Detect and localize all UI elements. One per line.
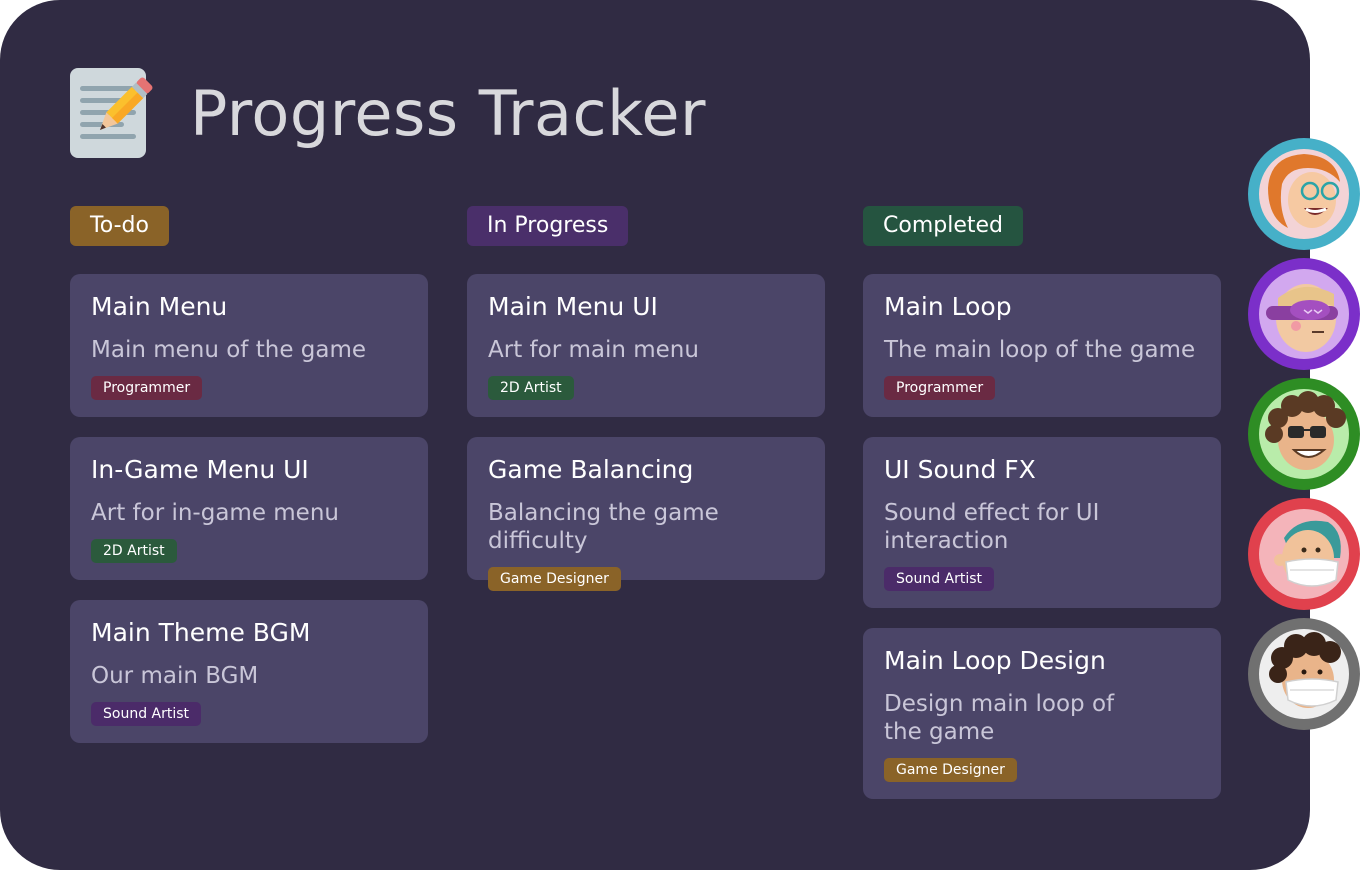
- avatar-redhead-glasses-icon[interactable]: [1248, 138, 1360, 250]
- column-header-completed: Completed: [863, 206, 1023, 246]
- task-card[interactable]: Main Menu Main menu of the game Programm…: [70, 274, 428, 417]
- avatar-teal-hair-mask-icon[interactable]: [1248, 498, 1360, 610]
- team-avatars: [1248, 138, 1360, 738]
- card-description: Balancing the game difficulty: [488, 500, 719, 554]
- role-tag: Programmer: [884, 376, 996, 400]
- card-title: UI Sound FX: [884, 455, 1036, 484]
- column-todo: To-do Main Menu Main menu of the game Pr…: [70, 206, 428, 763]
- avatar-sleep-mask-icon[interactable]: [1248, 258, 1360, 370]
- avatar-curly-mask-icon[interactable]: [1248, 618, 1360, 730]
- card-description: Design main loop of the game: [884, 691, 1115, 745]
- card-title: Main Menu: [91, 292, 228, 321]
- task-card[interactable]: Main Loop The main loop of the game Prog…: [863, 274, 1221, 417]
- card-title: Main Loop Design: [884, 646, 1106, 675]
- card-description: Art for in-game menu: [91, 500, 339, 526]
- role-tag: 2D Artist: [488, 376, 574, 400]
- task-card[interactable]: UI Sound FX Sound effect for UI interact…: [863, 437, 1221, 608]
- card-description: The main loop of the game: [884, 337, 1196, 363]
- task-card[interactable]: Main Menu UI Art for main menu 2D Artist: [467, 274, 825, 417]
- card-title: Main Theme BGM: [91, 618, 311, 647]
- card-title: Game Balancing: [488, 455, 694, 484]
- role-tag: Programmer: [91, 376, 203, 400]
- page-title: Progress Tracker: [190, 76, 706, 150]
- board-panel: Progress Tracker To-do Main Menu Main me…: [0, 0, 1310, 870]
- role-tag: Sound Artist: [91, 702, 202, 726]
- task-card[interactable]: In-Game Menu UI Art for in-game menu 2D …: [70, 437, 428, 580]
- column-header-todo: To-do: [70, 206, 169, 246]
- task-card[interactable]: Main Loop Design Design main loop of the…: [863, 628, 1221, 799]
- card-description: Sound effect for UI interaction: [884, 500, 1100, 554]
- card-title: Main Loop: [884, 292, 1012, 321]
- role-tag: Sound Artist: [884, 567, 995, 591]
- card-description: Our main BGM: [91, 663, 259, 689]
- role-tag: Game Designer: [488, 567, 621, 591]
- card-title: In-Game Menu UI: [91, 455, 309, 484]
- card-title: Main Menu UI: [488, 292, 658, 321]
- column-in-progress: In Progress Main Menu UI Art for main me…: [467, 206, 825, 600]
- role-tag: Game Designer: [884, 758, 1017, 782]
- task-card[interactable]: Game Balancing Balancing the game diffic…: [467, 437, 825, 591]
- card-description: Art for main menu: [488, 337, 699, 363]
- avatar-curly-sunglasses-icon[interactable]: [1248, 378, 1360, 490]
- role-tag: 2D Artist: [91, 539, 177, 563]
- header: Progress Tracker: [70, 68, 706, 158]
- column-header-in-progress: In Progress: [467, 206, 629, 246]
- card-description: Main menu of the game: [91, 337, 367, 363]
- column-completed: Completed Main Loop The main loop of the…: [863, 206, 1221, 819]
- memo-pencil-icon: [70, 68, 160, 158]
- task-card[interactable]: Main Theme BGM Our main BGM Sound Artist: [70, 600, 428, 743]
